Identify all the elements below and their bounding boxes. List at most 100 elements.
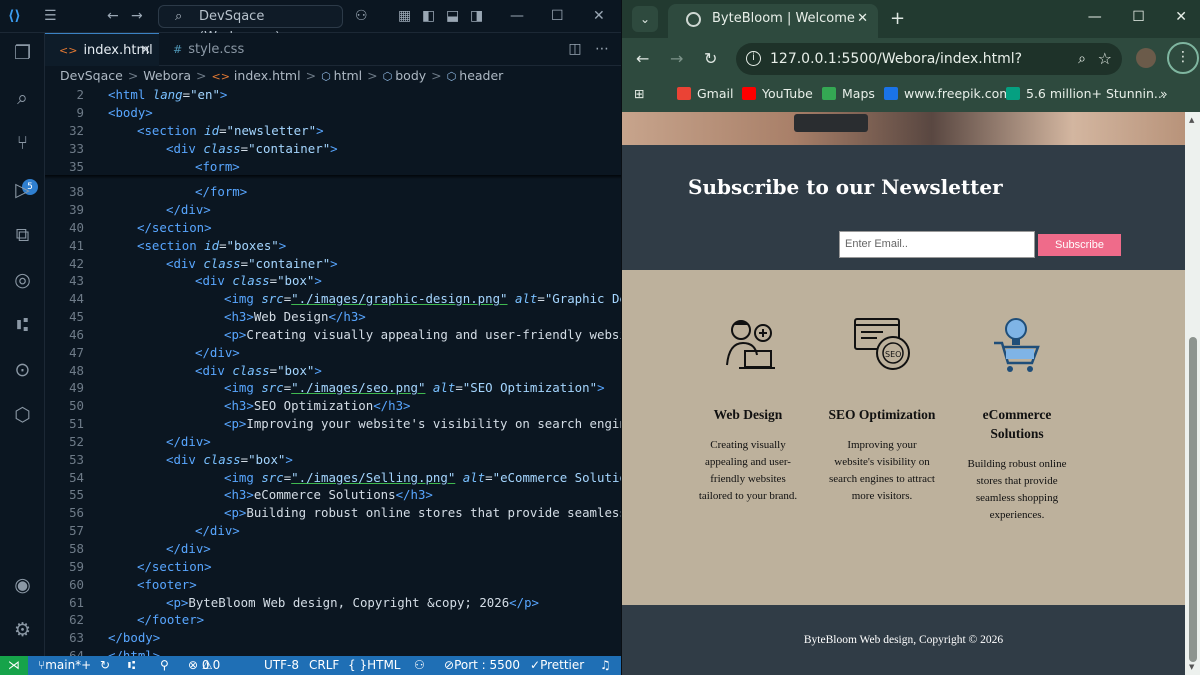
forward-arrow-icon[interactable]: → xyxy=(131,8,143,24)
breadcrumb-item[interactable]: DevSqace xyxy=(60,68,123,83)
menu-icon[interactable]: ☰ xyxy=(44,8,57,24)
subscribe-button[interactable]: Subscribe xyxy=(1038,234,1121,256)
browser-menu-icon[interactable]: ⋮ xyxy=(1167,42,1199,74)
back-arrow-icon[interactable]: ← xyxy=(636,49,649,68)
toggle-secondary-sidebar-icon[interactable]: ◨ xyxy=(470,8,483,24)
code-line[interactable]: 63 </body> xyxy=(45,629,621,647)
live-share-icon[interactable]: ⚲ xyxy=(160,656,169,675)
account-icon[interactable]: ◉ xyxy=(10,573,35,598)
reload-icon[interactable]: ↻ xyxy=(704,49,717,68)
live-server-port[interactable]: ⊘ Port : 5500 xyxy=(444,656,520,675)
code-line[interactable]: 2 <html lang="en"> xyxy=(45,86,621,104)
copilot-icon[interactable]: ⚇ xyxy=(355,8,368,24)
explorer-icon[interactable]: ❐ xyxy=(10,41,35,66)
source-control-icon[interactable]: ⑂ xyxy=(10,131,35,156)
code-line[interactable]: 56 <p>Building robust online stores that … xyxy=(45,504,621,522)
toggle-panel-icon[interactable]: ⬓ xyxy=(446,8,459,24)
bookmark-freepik[interactable]: www.freepik.com xyxy=(884,80,1011,108)
forward-arrow-icon[interactable]: → xyxy=(670,49,683,68)
eol-status[interactable]: CRLF xyxy=(309,656,339,675)
bookmark-star-icon[interactable]: ☆ xyxy=(1098,43,1112,75)
tab-close-icon[interactable]: ✕ xyxy=(140,34,151,67)
code-line[interactable]: 57 </div> xyxy=(45,522,621,540)
code-line[interactable]: 49 <img src="./images/seo.png" alt="SEO O… xyxy=(45,379,621,397)
code-line[interactable]: 45 <h3>Web Design</h3> xyxy=(45,308,621,326)
code-line[interactable]: 52 </div> xyxy=(45,433,621,451)
code-line[interactable]: 58 </div> xyxy=(45,540,621,558)
code-line[interactable]: 62 </footer> xyxy=(45,611,621,629)
code-line[interactable]: 41 <section id="boxes"> xyxy=(45,237,621,255)
code-line[interactable]: 33 <div class="container"> xyxy=(45,140,621,158)
code-line[interactable]: 46 <p>Creating visually appealing and use… xyxy=(45,326,621,344)
code-line[interactable]: 53 <div class="box"> xyxy=(45,451,621,469)
tab-search-icon[interactable]: ⌄ xyxy=(632,6,658,32)
command-center-search[interactable]: ⌕ DevSqace (Workspace) xyxy=(158,5,343,45)
breadcrumb-item[interactable]: Webora xyxy=(143,68,191,83)
code-line[interactable]: 44 <img src = "./images/graphic-design.png"… xyxy=(45,290,621,308)
code-line[interactable]: 47 </div> xyxy=(45,344,621,362)
bookmark-maps[interactable]: Maps xyxy=(822,80,875,108)
code-line[interactable]: 43 <div class="box"> xyxy=(45,272,621,290)
code-line[interactable]: 64 </html> xyxy=(45,647,621,656)
code-line[interactable]: 39 </div> xyxy=(45,201,621,219)
code-line[interactable]: 61 <p>ByteBloom Web design, Copyright &co… xyxy=(45,594,621,612)
back-arrow-icon[interactable]: ← xyxy=(107,8,119,24)
scroll-up-icon[interactable]: ▲ xyxy=(1189,116,1194,124)
close-icon[interactable]: ✕ xyxy=(1175,9,1187,25)
notifications-bell-icon[interactable]: ♫ xyxy=(600,656,611,675)
code-line[interactable]: 54 <img src="./images/Selling.png" alt="e… xyxy=(45,469,621,487)
customize-layout-icon[interactable]: ▦ xyxy=(398,8,411,24)
settings-gear-icon[interactable]: ⚙ xyxy=(10,618,35,643)
encoding-status[interactable]: UTF-8 xyxy=(264,656,299,675)
breadcrumb-item[interactable]: index.html xyxy=(234,68,301,83)
code-line[interactable]: 9 <body> xyxy=(45,104,621,122)
git-graph-icon[interactable]: ⑆ xyxy=(10,313,35,338)
apps-grid-icon[interactable]: ⊞ xyxy=(634,80,644,108)
code-line[interactable]: 38 </form> xyxy=(45,183,621,201)
code-line[interactable]: 32 <section id="newsletter"> xyxy=(45,122,621,140)
code-line[interactable]: 50 <h3>SEO Optimization</h3> xyxy=(45,397,621,415)
remote-icon[interactable]: ⋊ xyxy=(0,656,28,675)
split-editor-icon[interactable]: ◫ ⋯ xyxy=(568,41,609,57)
extensions-icon[interactable]: ⧉ xyxy=(10,223,35,248)
language-status[interactable]: { } HTML xyxy=(348,656,401,675)
bookmark-pexels[interactable]: 5.6 million+ Stunnin... xyxy=(1006,80,1166,108)
code-line[interactable]: 55 <h3>eCommerce Solutions</h3> xyxy=(45,486,621,504)
browser-tab[interactable]: ByteBloom | Welcome ✕ xyxy=(668,4,878,38)
breadcrumb-item[interactable]: body xyxy=(395,68,426,83)
profile-avatar[interactable] xyxy=(1136,48,1156,68)
code-line[interactable]: 51 <p>Improving your website's visibility… xyxy=(45,415,621,433)
run-debug-icon[interactable]: ▷ xyxy=(10,178,35,203)
minimize-icon[interactable]: — xyxy=(1088,9,1102,25)
address-bar[interactable]: i 127.0.0.1:5500/Webora/index.html? ⌕ ☆ xyxy=(736,43,1122,75)
copilot-status-icon[interactable]: ⚇ xyxy=(414,656,425,675)
edge-devtools-icon[interactable]: ◎ xyxy=(10,268,35,293)
live-server-icon[interactable]: ⊙ xyxy=(10,358,35,383)
package-icon[interactable]: ⬡ xyxy=(10,403,35,428)
more-bookmarks-icon[interactable]: » xyxy=(1160,80,1168,108)
close-icon[interactable]: ✕ xyxy=(593,8,605,24)
maximize-icon[interactable]: ☐ xyxy=(551,8,564,24)
minimize-icon[interactable]: — xyxy=(510,8,524,24)
zoom-icon[interactable]: ⌕ xyxy=(1078,43,1086,75)
problems-status[interactable]: ⊗ 0 ⚠ 0 xyxy=(188,656,220,675)
bookmark-youtube[interactable]: YouTube xyxy=(742,80,813,108)
sync-icon[interactable]: ↻ xyxy=(100,656,110,675)
new-tab-plus-icon[interactable]: + xyxy=(890,8,905,29)
tab-close-icon[interactable]: ✕ xyxy=(857,4,868,34)
page-scrollbar[interactable]: ▲ ▼ xyxy=(1185,112,1200,675)
scrollbar-thumb[interactable] xyxy=(1189,337,1197,662)
git-graph-status-icon[interactable]: ⑆ xyxy=(128,656,135,675)
scroll-down-icon[interactable]: ▼ xyxy=(1189,663,1194,671)
maximize-icon[interactable]: ☐ xyxy=(1132,9,1145,25)
code-line[interactable]: 35 <form> xyxy=(45,158,621,176)
code-line[interactable]: 40 </section> xyxy=(45,219,621,237)
toggle-sidebar-icon[interactable]: ◧ xyxy=(422,8,435,24)
breadcrumb-item[interactable]: html xyxy=(334,68,362,83)
branch-status[interactable]: ⑂ main*+ xyxy=(38,656,91,675)
code-line[interactable]: 60 <footer> xyxy=(45,576,621,594)
email-input[interactable]: Enter Email.. xyxy=(839,231,1035,258)
code-line[interactable]: 42 <div class="container"> xyxy=(45,255,621,273)
tab-index-html[interactable]: <> index.html ✕ xyxy=(45,33,159,66)
code-editor[interactable]: 2 <html lang="en"> 9 <body> 32 <section id="n… xyxy=(45,86,621,656)
